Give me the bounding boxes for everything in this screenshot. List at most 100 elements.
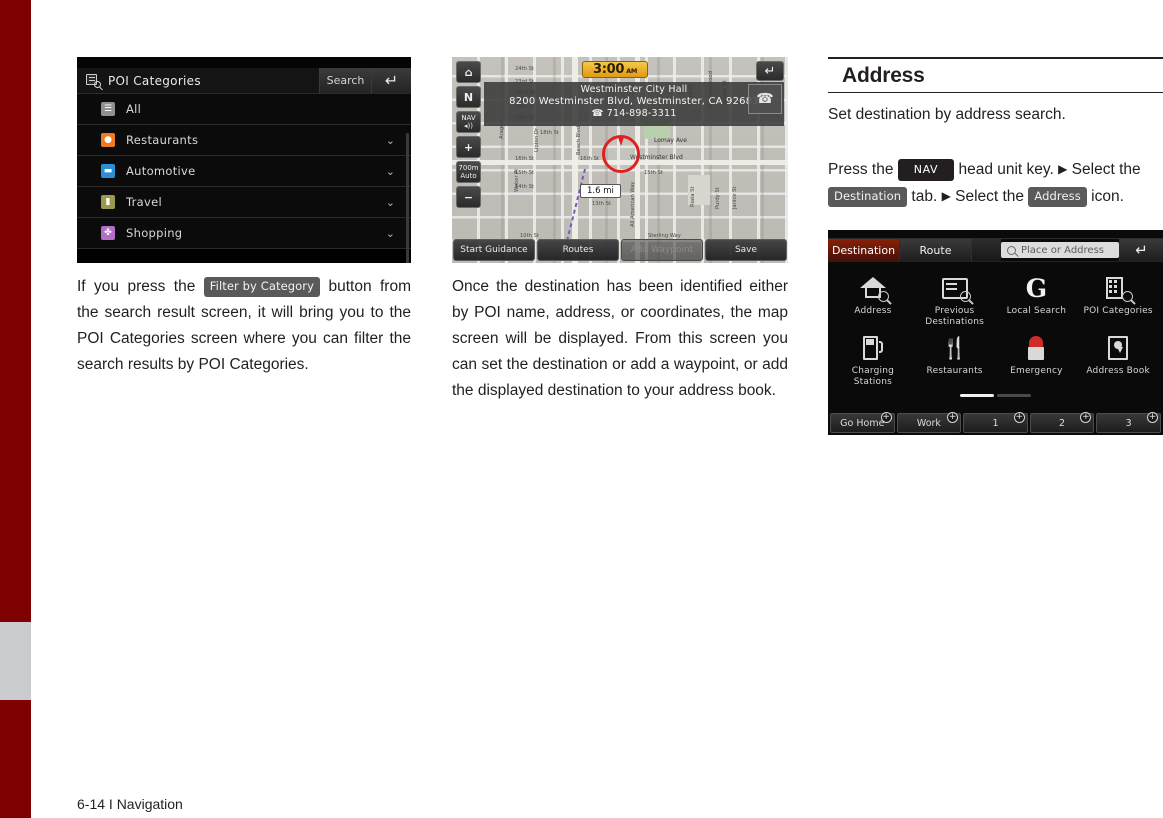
tab-destination[interactable]: Destination [828, 239, 900, 261]
grid-item-label: Charging Stations [851, 366, 895, 387]
add-icon[interactable]: + [1146, 412, 1158, 423]
grid-item-label: Restaurants [926, 366, 983, 376]
destination-menu-screenshot: Destination Route Place or Address ↵ Add… [828, 230, 1163, 435]
page-edge-bar-top [0, 0, 31, 622]
nav-voice-button[interactable]: NAV ◂)) [456, 111, 481, 133]
chevron-down-icon: ⌄ [385, 133, 395, 147]
page-dot[interactable] [997, 394, 1031, 397]
work-button[interactable]: Work + [896, 412, 962, 433]
page-indicator [828, 394, 1163, 397]
back-icon[interactable]: ↵ [1119, 239, 1163, 261]
go-home-button[interactable]: Go Home + [830, 412, 895, 433]
clock-time: 3:00 [592, 62, 625, 77]
page-dot-active[interactable] [960, 394, 994, 397]
cutlery-icon: 🍴 [941, 335, 968, 360]
map-street-label: 15th St [644, 170, 663, 176]
filter-by-category-chip[interactable]: Filter by Category [203, 277, 321, 297]
map-street-label: Beach Blvd [576, 125, 582, 155]
zoom-in-button[interactable]: + [456, 136, 481, 158]
nav-key-chip[interactable]: NAV [897, 159, 955, 181]
back-icon[interactable]: ↵ [756, 61, 784, 81]
search-input[interactable]: Place or Address [1001, 242, 1119, 258]
poi-phone: ☎ 714-898-3311 [591, 108, 677, 119]
map-street-label: Riata St [690, 186, 696, 207]
preset-3-button[interactable]: 3 + [1096, 412, 1161, 433]
address-icon-chip[interactable]: Address [1028, 187, 1087, 207]
search-icon [1007, 245, 1016, 255]
destination-tab-chip[interactable]: Destination [828, 187, 908, 207]
list-item[interactable]: ☰ All [77, 94, 411, 125]
call-button[interactable]: ☎ [748, 84, 782, 114]
poi-categories-screenshot: POI Categories Search ↵ ☰ All ● Restaura… [77, 57, 411, 263]
list-item[interactable]: ✤ Shopping ⌄ [77, 218, 411, 249]
list-item-label: Shopping [126, 226, 183, 240]
address-book-icon [1077, 330, 1159, 366]
instruction-text-5: Select the [950, 188, 1029, 205]
grid-item-label: Local Search [1006, 306, 1067, 316]
add-icon[interactable]: + [1080, 412, 1092, 423]
folder-clock-icon [914, 270, 996, 306]
clock-meridiem: AM [626, 67, 638, 75]
map-street-label: 13th St [592, 201, 611, 207]
map-street-label: Purdy St [715, 187, 721, 209]
chevron-down-icon: ⌄ [385, 226, 395, 240]
grid-item-label: POI Categories [1083, 306, 1153, 316]
screen-top-strip [828, 230, 1163, 239]
zoom-out-button[interactable]: − [456, 186, 481, 208]
home-search-icon [832, 270, 914, 306]
poi-header-actions: Search ↵ [319, 68, 411, 93]
tab-bar-spacer [972, 239, 1001, 261]
grid-item-charging-stations[interactable]: Charging Stations [832, 330, 914, 388]
back-icon[interactable]: ↵ [371, 68, 411, 93]
emergency-light-icon [996, 330, 1078, 366]
list-item-label: All [126, 102, 142, 116]
instruction-text-6: icon. [1086, 188, 1124, 205]
list-item[interactable]: ▮ Travel ⌄ [77, 187, 411, 218]
section-subtitle: Set destination by address search. [828, 106, 1066, 123]
map-action-bar: Start Guidance Routes Add Waypoint Save [452, 237, 788, 263]
instruction-text-2: head unit key. [954, 161, 1054, 178]
grid-item-address[interactable]: Address [832, 270, 914, 328]
add-icon[interactable]: + [1013, 412, 1025, 423]
map-street-label: 16th St [515, 156, 534, 162]
scrollbar[interactable] [406, 133, 409, 263]
column-one-paragraph: If you press the Filter by Category butt… [77, 274, 411, 378]
grid-item-label: Address [854, 306, 892, 316]
map-screenshot: 24th St 23rd St 22nd St 20th St 19th St … [452, 57, 788, 263]
grid-item-restaurants[interactable]: 🍴 Restaurants [914, 330, 996, 388]
add-icon[interactable]: + [947, 412, 959, 423]
instruction-text-3: Select the [1067, 161, 1141, 178]
save-button[interactable]: Save [705, 239, 787, 261]
section-heading: Address [828, 57, 1163, 93]
grid-item-previous-destinations[interactable]: Previous Destinations [914, 270, 996, 328]
map-street-label: Janice St [732, 186, 738, 209]
page-footer: 6-14 I Navigation [77, 796, 183, 812]
home-button[interactable]: ⌂ [456, 61, 481, 83]
add-waypoint-button[interactable]: Add Waypoint [621, 239, 703, 261]
list-item[interactable]: ● Restaurants ⌄ [77, 125, 411, 156]
grid-item-label: Previous Destinations [925, 306, 984, 327]
grid-item-emergency[interactable]: Emergency [996, 330, 1078, 388]
column-two-paragraph: Once the destination has been identified… [452, 278, 788, 399]
tab-route[interactable]: Route [900, 239, 972, 261]
search-placeholder: Place or Address [1021, 244, 1104, 256]
google-g-icon: G [1025, 273, 1048, 303]
column-two: 24th St 23rd St 22nd St 20th St 19th St … [452, 57, 788, 404]
preset-2-button[interactable]: 2 + [1029, 412, 1095, 433]
destination-pin-icon [613, 127, 628, 146]
start-guidance-button[interactable]: Start Guidance [453, 239, 535, 261]
chevron-down-icon: ⌄ [385, 164, 395, 178]
add-icon[interactable]: + [880, 412, 892, 423]
grid-item-poi-categories[interactable]: POI Categories [1077, 270, 1159, 328]
page-title: Address [842, 64, 925, 87]
list-item[interactable]: ▬ Automotive ⌄ [77, 156, 411, 187]
page-edge-bar-bottom [0, 700, 31, 818]
grid-item-local-search[interactable]: G Local Search [996, 270, 1078, 328]
preset-1-button[interactable]: 1 + [963, 412, 1028, 433]
list-item-label: Travel [126, 195, 162, 209]
search-button[interactable]: Search [319, 68, 371, 93]
north-up-button[interactable]: N [456, 86, 481, 108]
grid-item-address-book[interactable]: Address Book [1077, 330, 1159, 388]
map-scale-auto-button[interactable]: 700m Auto [456, 161, 481, 183]
routes-button[interactable]: Routes [537, 239, 619, 261]
